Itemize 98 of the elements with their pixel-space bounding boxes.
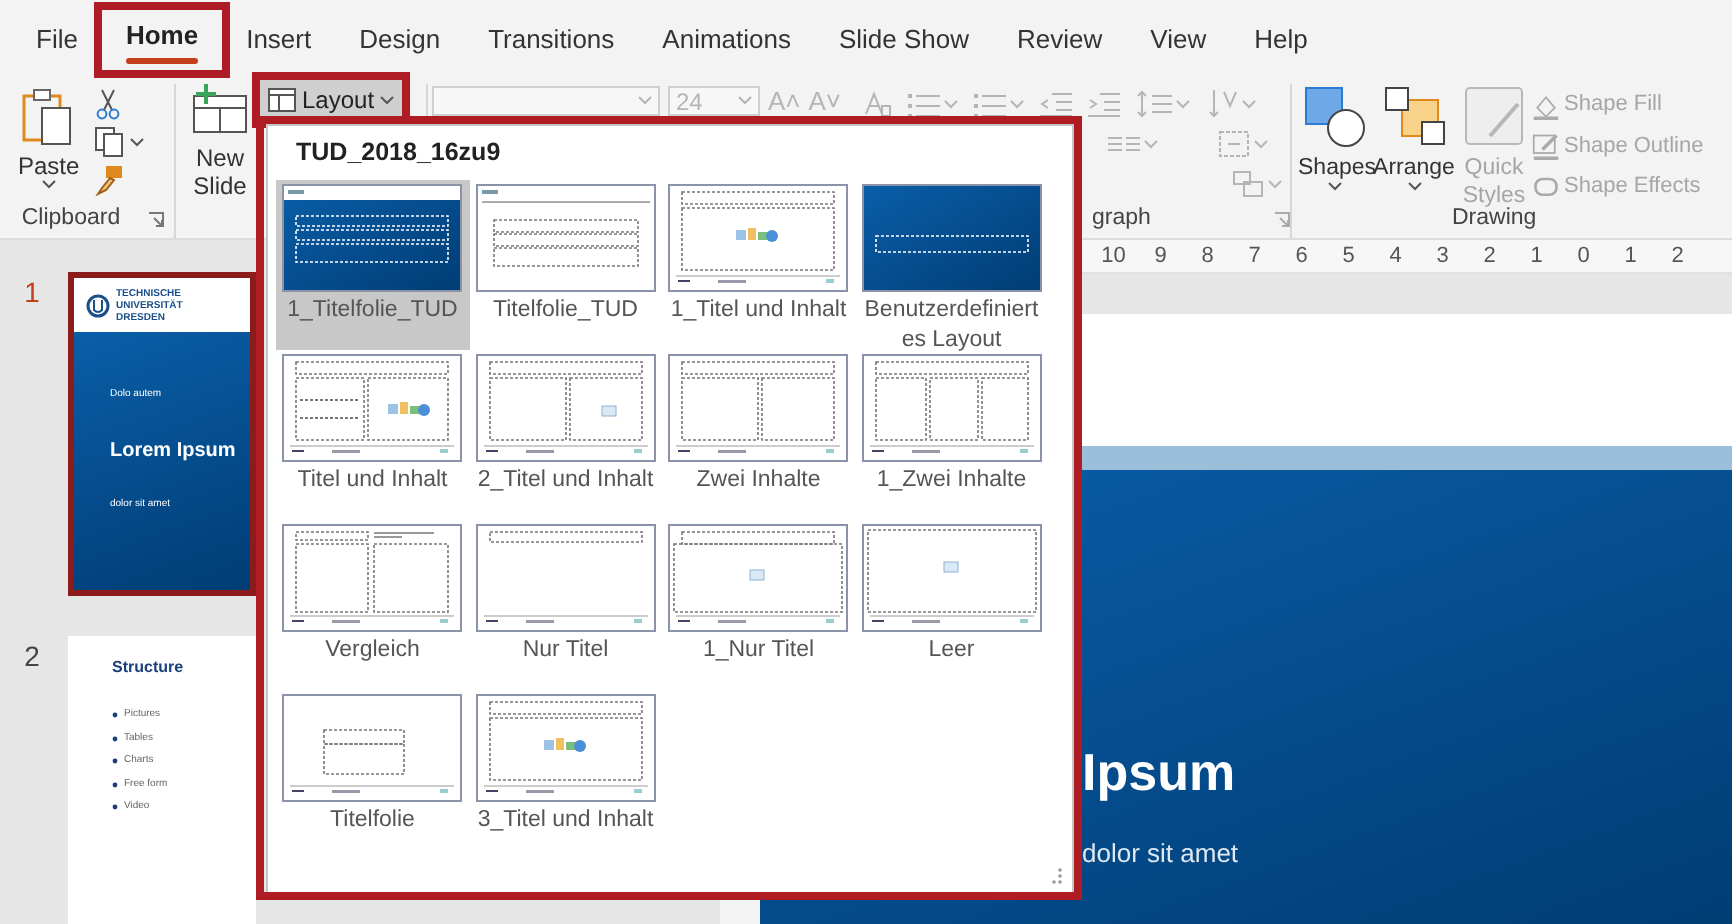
bullets-button[interactable] — [908, 90, 958, 118]
dialog-launcher-icon[interactable] — [148, 212, 165, 228]
caret-icon — [129, 137, 144, 147]
pencil-icon — [1532, 131, 1560, 160]
layout-option[interactable]: Benutzerdefiniertes Layout — [855, 179, 1048, 350]
caret-icon — [1176, 99, 1190, 109]
slide-title: Structure — [112, 656, 184, 680]
layout-option[interactable]: 1_Zwei Inhalte — [855, 349, 1048, 520]
ruler-number: 9 — [1152, 241, 1169, 272]
layout-option[interactable]: Vergleich — [276, 519, 469, 690]
new-slide-button[interactable]: New Slide — [184, 84, 256, 204]
smartart-button[interactable] — [1232, 170, 1282, 198]
group-label: Clipboard — [21, 204, 121, 235]
dialog-launcher-icon[interactable] — [1274, 212, 1291, 228]
numbering-icon — [974, 90, 1006, 118]
align-text-icon — [1218, 130, 1250, 158]
line-spacing-button[interactable] — [1136, 90, 1190, 118]
menu-tab[interactable]: Insert — [222, 10, 336, 70]
menu-tab[interactable]: Slide Show — [814, 10, 994, 70]
slide-number: 1 — [22, 274, 42, 312]
numbering-button[interactable] — [974, 90, 1024, 118]
menu-tab[interactable]: Help — [1230, 10, 1332, 70]
gallery-heading: TUD_2018_16zu9 — [294, 136, 501, 170]
layout-icon — [268, 88, 296, 112]
caret-icon — [944, 99, 958, 109]
copy-button[interactable] — [93, 126, 144, 158]
menu-tab[interactable]: File — [12, 10, 102, 70]
bullets-icon — [908, 90, 940, 118]
layout-option[interactable]: 2_Titel und Inhalt — [469, 349, 662, 520]
ruler-number: 8 — [1199, 241, 1216, 272]
copy-icon — [93, 126, 126, 158]
ruler-number: 7 — [1246, 241, 1263, 272]
ribbon-button[interactable]: Arrange — [1372, 84, 1456, 204]
ruler-number: 6 — [1293, 241, 1310, 272]
menu-tab[interactable]: Transitions — [464, 10, 639, 70]
slide-number: 2 — [22, 638, 42, 676]
layout-option[interactable]: Leer — [855, 519, 1048, 690]
decrease-indent-icon[interactable] — [1040, 90, 1072, 118]
bullet-icon — [112, 804, 118, 811]
bullet-icon — [112, 758, 118, 765]
caret-icon — [41, 180, 56, 190]
line-spacing-icon — [1136, 90, 1172, 118]
layout-option[interactable]: 1_Titelfolie_TUD — [276, 179, 469, 350]
columns-icon — [1108, 134, 1140, 154]
ruler-number: 0 — [1575, 241, 1592, 272]
ruler-number: 3 — [1434, 241, 1451, 272]
caret-icon — [738, 96, 752, 106]
smartart-icon — [1232, 170, 1264, 198]
caret-icon — [1010, 99, 1024, 109]
effects-icon — [1532, 172, 1560, 201]
caret-icon — [638, 96, 652, 106]
scissors-icon — [93, 88, 122, 120]
layout-option[interactable]: Zwei Inhalte — [662, 349, 855, 520]
brush-icon — [93, 164, 126, 196]
caret-icon — [1144, 139, 1158, 149]
bullet-icon — [112, 781, 118, 788]
bullet-icon — [112, 735, 118, 742]
text-direction-button[interactable] — [1206, 88, 1256, 120]
ruler-number: 1 — [1528, 241, 1545, 272]
layout-option[interactable]: 1_Nur Titel — [662, 519, 855, 690]
paste-button[interactable]: Paste — [12, 84, 86, 204]
ruler-number: 5 — [1340, 241, 1357, 272]
ribbon-button[interactable]: Shapes — [1296, 84, 1372, 204]
ruler-number: 10 — [1099, 241, 1128, 272]
layout-option[interactable]: Titelfolie_TUD — [469, 179, 662, 350]
menu-tab[interactable]: Design — [335, 10, 465, 70]
caret-icon — [1268, 179, 1282, 189]
menu-tab[interactable]: View — [1126, 10, 1231, 70]
layout-option[interactable]: Nur Titel — [469, 519, 662, 690]
ruler-number: 2 — [1481, 241, 1498, 272]
align-text-button[interactable] — [1218, 130, 1268, 158]
bucket-icon — [1532, 91, 1560, 120]
bullet-icon — [112, 712, 118, 719]
increase-indent-icon[interactable] — [1088, 90, 1120, 118]
group-label: Drawing — [1452, 206, 1537, 235]
text-direction-icon — [1206, 88, 1238, 120]
menu-tab[interactable]: Review — [993, 10, 1127, 70]
menu-tab[interactable]: Animations — [638, 10, 815, 70]
caret-icon — [1242, 99, 1256, 109]
resize-grip-icon[interactable] — [1052, 868, 1064, 884]
slide-subtitle: dolor sit amet — [1082, 836, 1241, 872]
clear-formatting-icon[interactable] — [864, 90, 892, 118]
caret-icon — [1254, 139, 1268, 149]
caret-icon — [380, 95, 395, 105]
slide-title: Ipsum — [1082, 742, 1238, 802]
layout-option[interactable]: 3_Titel und Inhalt — [469, 689, 662, 860]
layout-option[interactable]: 1_Titel und Inhalt — [662, 179, 855, 350]
caret-icon — [1327, 182, 1341, 192]
ruler-number: 4 — [1387, 241, 1404, 272]
layout-option[interactable]: Titel und Inhalt — [276, 349, 469, 520]
layout-option[interactable]: Titelfolie — [276, 689, 469, 860]
caret-icon — [1407, 182, 1421, 192]
ruler-number: 2 — [1669, 241, 1686, 272]
slide-title: Lorem Ipsum — [110, 437, 236, 465]
ruler-number: 1 — [1622, 241, 1639, 272]
group-label: graph — [1092, 204, 1151, 235]
layout-button[interactable]: Layout — [260, 80, 403, 120]
university-logo-icon — [86, 293, 110, 317]
